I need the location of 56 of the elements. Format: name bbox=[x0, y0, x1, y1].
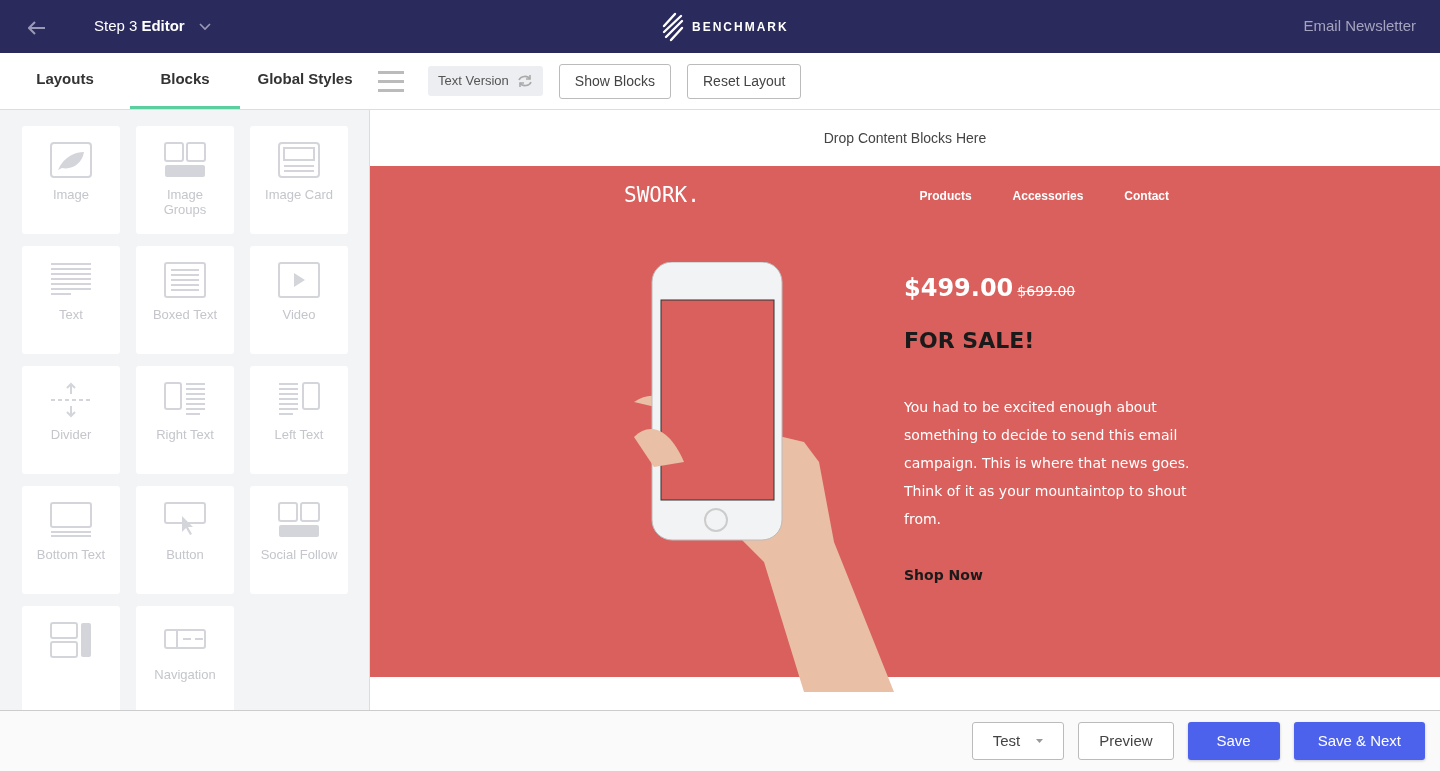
headline: FOR SALE! bbox=[904, 326, 1036, 355]
image-groups-block-icon bbox=[164, 142, 206, 178]
block-label: Left Text bbox=[274, 428, 324, 443]
tab[interactable]: Global Styles bbox=[250, 53, 360, 109]
test-dropdown[interactable]: Test bbox=[971, 722, 1065, 760]
step-dropdown[interactable]: Step 3 Editor bbox=[94, 15, 211, 38]
block-label: Boxed Text bbox=[152, 308, 218, 323]
original-price: $699.00 bbox=[1017, 281, 1076, 301]
block-label: Image Groups bbox=[162, 188, 208, 218]
menu-button[interactable] bbox=[378, 69, 404, 93]
social-share-block-icon bbox=[50, 622, 92, 658]
toolbar-button[interactable]: Show Blocks bbox=[558, 63, 671, 99]
shop-now-link[interactable]: Shop Now bbox=[904, 564, 983, 586]
email-nav-link[interactable]: Contact bbox=[1124, 186, 1169, 205]
caret-icon bbox=[1036, 739, 1044, 743]
email-nav-link[interactable]: Products bbox=[919, 186, 972, 205]
block-label: Bottom Text bbox=[36, 548, 106, 563]
text-block-icon bbox=[50, 262, 92, 298]
footer-button[interactable]: Save & Next bbox=[1293, 722, 1425, 760]
back-arrow-icon bbox=[28, 21, 46, 36]
block-label: Social Follow bbox=[260, 548, 338, 563]
boxed-text-block-icon bbox=[164, 262, 206, 298]
menu-icon bbox=[378, 70, 404, 93]
block-label: Video bbox=[282, 308, 316, 323]
slashes-logo-icon bbox=[662, 12, 684, 42]
button-block-icon bbox=[164, 502, 206, 538]
chevron-down-icon bbox=[198, 22, 211, 31]
brand-name: BENCHMARK bbox=[692, 19, 789, 36]
block-label: Divider bbox=[50, 428, 92, 443]
email-nav-link[interactable]: Accessories bbox=[1012, 186, 1084, 205]
tab[interactable]: Layouts bbox=[10, 53, 120, 109]
body-text: You had to be excited enough about something to decide to send this email campaign. This is where that news goes. Think of it as your mountaintop to shout from. bbox=[904, 397, 1191, 529]
sale-price: $499.00 bbox=[904, 272, 1014, 304]
divider-block-icon bbox=[50, 382, 92, 418]
refresh-icon bbox=[516, 74, 533, 88]
block-tile[interactable] bbox=[22, 606, 120, 710]
footer-button[interactable]: Save bbox=[1187, 722, 1280, 760]
image-block-icon bbox=[50, 142, 92, 178]
block-label: Navigation bbox=[154, 668, 216, 683]
block-label: Right Text bbox=[156, 428, 214, 443]
right-text-block-icon bbox=[164, 382, 206, 418]
left-text-block-icon bbox=[278, 382, 320, 418]
footer-button[interactable]: Preview bbox=[1078, 722, 1174, 760]
social-follow-block-icon bbox=[278, 502, 320, 538]
block-label: Text bbox=[59, 308, 83, 323]
campaign-type: Email Newsletter bbox=[1303, 16, 1416, 37]
block-label: Image bbox=[52, 188, 90, 203]
video-block-icon bbox=[278, 262, 320, 298]
text-version-button[interactable]: Text Version bbox=[428, 66, 543, 96]
email-logo: SWORK. bbox=[624, 182, 700, 209]
bottom-text-block-icon bbox=[50, 502, 92, 538]
image-card-block-icon bbox=[278, 142, 320, 178]
block-label: Image Card bbox=[265, 188, 333, 203]
drop-zone: Drop Content Blocks Here bbox=[822, 128, 988, 148]
toolbar-button[interactable]: Reset Layout bbox=[687, 63, 802, 99]
block-label: Button bbox=[166, 548, 204, 563]
